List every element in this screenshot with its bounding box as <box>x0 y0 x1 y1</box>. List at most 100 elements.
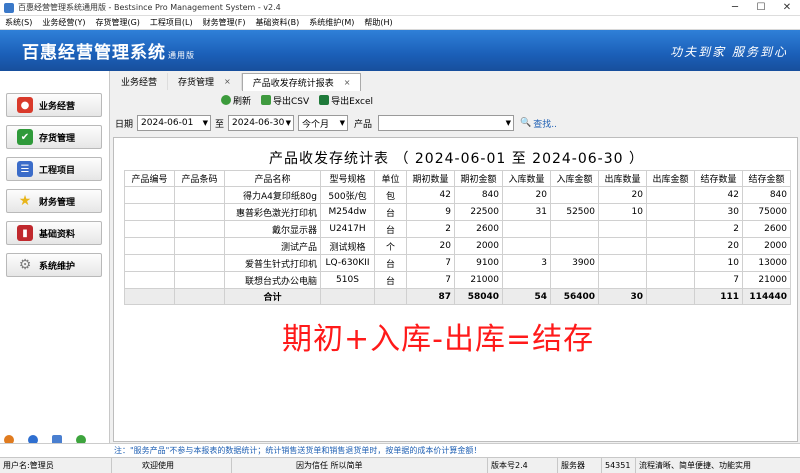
col-header: 型号规格 <box>320 170 375 187</box>
table-cell <box>374 288 407 305</box>
menu-business[interactable]: 业务经营(Y) <box>37 17 90 28</box>
tab-report[interactable]: 产品收发存统计报表 × <box>241 73 362 91</box>
table-cell: 13000 <box>742 254 791 272</box>
table-row[interactable]: 联想台式办公电脑 510S 台 7 21000 7 21000 <box>124 271 791 289</box>
sidebar-item-basic[interactable]: ▮ 基础资料 <box>6 221 102 245</box>
table-cell: 7 <box>406 254 455 272</box>
start-date-picker[interactable]: 2024-06-01 ▼ <box>137 115 212 131</box>
table-cell <box>124 237 175 255</box>
table-cell <box>646 254 695 272</box>
table-row[interactable]: 惠普彩色激光打印机 M254dw 台 9 22500 31 52500 10 30 75000 <box>124 203 791 221</box>
status-user: 用户名:管理员 <box>0 457 112 473</box>
table-cell: 联想台式办公电脑 <box>224 271 321 289</box>
table-cell: 7 <box>406 271 455 289</box>
period-select[interactable]: 今个月 ▼ <box>298 115 349 131</box>
end-date-picker[interactable]: 2024-06-30 ▼ <box>228 115 295 131</box>
title-bar: 百惠经营管理系统通用版 - Bestsince Pro Management S… <box>0 0 800 16</box>
table-cell: 2600 <box>454 220 503 238</box>
business-icon: ● <box>17 97 33 113</box>
table-row[interactable]: 爱普生针式打印机 LQ-630KII 台 7 9100 3 3900 10 13000 <box>124 254 791 272</box>
table-row[interactable]: 测试产品 测试规格个 20 2000 20 2000 <box>124 237 791 255</box>
menu-inventory[interactable]: 存货管理(G) <box>90 17 144 28</box>
app-name: 百惠经营管理系统 通用版 <box>22 38 195 63</box>
table-cell: 测试规格 <box>320 237 375 255</box>
app-name-text: 百惠经营管理系统 <box>22 43 166 63</box>
table-row[interactable]: 戴尔显示器 U2417H 台 2 2600 2 2600 <box>124 220 791 238</box>
table-cell: 7 <box>694 271 743 289</box>
sidebar-item-label: 基础资料 <box>39 229 76 240</box>
maximize-icon[interactable]: ☐ <box>748 0 774 16</box>
sidebar-item-inventory[interactable]: ✔ 存货管理 <box>6 125 102 149</box>
sidebar-item-project[interactable]: ☰ 工程项目 <box>6 157 102 181</box>
sidebar-item-business[interactable]: ● 业务经营 <box>6 93 102 117</box>
table-cell <box>174 203 225 221</box>
minimize-icon[interactable]: ─ <box>722 0 748 16</box>
table-cell <box>174 288 225 305</box>
menu-finance[interactable]: 财务管理(F) <box>198 17 251 28</box>
tab-close-icon[interactable]: × <box>224 77 231 86</box>
status-version: 版本号2.4 <box>488 457 558 473</box>
tab-close-icon[interactable]: × <box>344 78 351 87</box>
export-csv-button[interactable]: 导出CSV <box>261 94 309 107</box>
table-cell <box>174 271 225 289</box>
table-cell: 9100 <box>454 254 503 272</box>
export-excel-button[interactable]: 导出Excel <box>319 94 373 107</box>
menu-system[interactable]: 系统(S) <box>0 17 37 28</box>
check-icon: ✔ <box>17 129 33 145</box>
menu-bar: 系统(S) 业务经营(Y) 存货管理(G) 工程项目(L) 财务管理(F) 基础… <box>0 16 800 30</box>
table-total-row[interactable]: 合计 87 58040 54 56400 30 111 114440 <box>124 288 791 305</box>
tab-business[interactable]: 业务经营 <box>111 73 169 90</box>
col-header: 出库数量 <box>598 170 647 187</box>
product-select[interactable]: ▼ <box>378 115 515 131</box>
search-icon[interactable]: 🔍 <box>520 118 531 128</box>
table-header-row: 产品编号 产品条码 产品名称 型号规格 单位 期初数量 期初金额 入库数量 入库… <box>124 170 791 187</box>
table-row[interactable]: 得力A4复印纸80g 500张/包包 42 840 20 20 42 840 <box>124 186 791 204</box>
search-link[interactable]: 查找.. <box>533 117 557 130</box>
sidebar: ● 业务经营 ✔ 存货管理 ☰ 工程项目 ★ 财务管理 ▮ 基础资料 ⚙ 系统维护 <box>0 71 110 445</box>
table-cell: 21000 <box>742 271 791 289</box>
table-cell: 20 <box>406 237 455 255</box>
table-cell <box>124 288 175 305</box>
table-cell: 戴尔显示器 <box>224 220 321 238</box>
table-cell: 840 <box>742 186 791 204</box>
menu-basic[interactable]: 基础资料(B) <box>250 17 304 28</box>
sidebar-item-finance[interactable]: ★ 财务管理 <box>6 189 102 213</box>
sidebar-item-maintenance[interactable]: ⚙ 系统维护 <box>6 253 102 277</box>
table-cell <box>124 203 175 221</box>
table-cell <box>174 237 225 255</box>
status-tagline: 流程清晰、简单便捷、功能实用 <box>639 460 751 470</box>
star-icon: ★ <box>18 193 32 209</box>
table-cell <box>174 220 225 238</box>
status-port: 54351 <box>602 457 636 473</box>
col-header: 单位 <box>374 170 407 187</box>
tab-inventory[interactable]: 存货管理 × <box>168 73 242 90</box>
app-banner: 百惠经营管理系统 通用版 功夫到家 服务到心 <box>0 30 800 71</box>
sidebar-item-label: 业务经营 <box>39 101 76 112</box>
table-cell: 2 <box>694 220 743 238</box>
table-cell: 台 <box>374 254 407 272</box>
table-cell <box>550 237 599 255</box>
table-cell: 2000 <box>454 237 503 255</box>
tab-strip: 业务经营 存货管理 × 产品收发存统计报表 × <box>111 73 362 91</box>
refresh-button[interactable]: 刷新 <box>221 94 251 107</box>
table-cell <box>550 186 599 204</box>
sidebar-item-label: 系统维护 <box>39 261 76 272</box>
tab-label: 存货管理 <box>178 78 215 88</box>
col-header: 结存数量 <box>694 170 743 187</box>
menu-help[interactable]: 帮助(H) <box>359 17 397 28</box>
table-cell <box>646 271 695 289</box>
table-cell: 22500 <box>454 203 503 221</box>
table-cell: 20 <box>598 186 647 204</box>
table-cell: 840 <box>454 186 503 204</box>
table-cell: 2000 <box>742 237 791 255</box>
gear-icon: ⚙ <box>18 257 32 273</box>
table-cell <box>320 288 375 305</box>
status-server: 服务器 <box>558 457 602 473</box>
menu-project[interactable]: 工程项目(L) <box>145 17 198 28</box>
menu-maintenance[interactable]: 系统维护(M) <box>304 17 359 28</box>
col-header: 期初金额 <box>454 170 503 187</box>
close-icon[interactable]: ✕ <box>774 0 800 16</box>
app-icon <box>4 2 14 13</box>
table-cell: U2417H <box>320 220 375 238</box>
filter-bar: 日期 2024-06-01 ▼ 至 2024-06-30 ▼ 今个月 ▼ 产品 ▼ 🔍… <box>111 112 800 134</box>
